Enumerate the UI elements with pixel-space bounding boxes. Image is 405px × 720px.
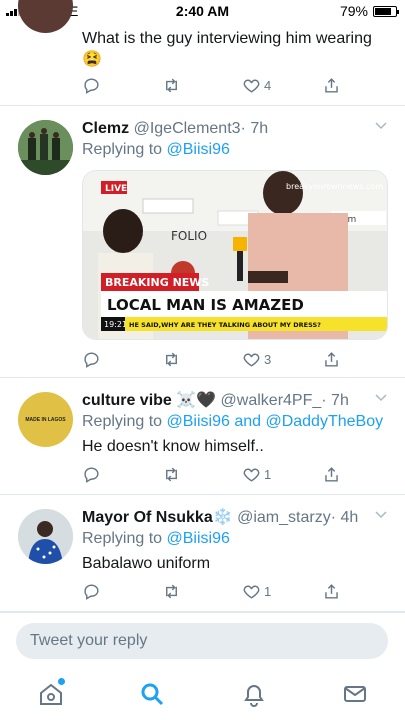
notifications-icon [244,685,264,707]
share-icon [325,467,338,482]
share-button[interactable] [322,350,341,369]
like-button[interactable]: 1 [242,465,271,484]
reply-button[interactable] [82,465,101,484]
messages-icon [344,686,366,702]
share-icon [325,78,338,93]
retweet-icon [166,352,177,367]
replying-to: Replying to @Biisi96 and @DaddyTheBoy [82,413,384,430]
headline: LOCAL MAN IS AMAZED [107,296,304,314]
avatar[interactable] [18,0,73,33]
like-count: 3 [264,352,272,367]
retweet-button[interactable] [162,582,181,601]
tab-search[interactable] [138,680,166,708]
retweet-icon [166,78,177,93]
tweet-text: He doesn't know himself.. [82,438,264,455]
bottom-tab-bar [0,670,405,720]
display-name[interactable]: Mayor Of Nsukka❄️ [82,509,233,526]
tweet-text: Babalawo uniform [82,555,211,572]
new-content-dot [58,678,65,685]
share-icon [325,352,338,367]
tweet-media-image[interactable]: Film FOLIO LIVE breakyourownnews.com BRE… [82,170,388,340]
tweet-item[interactable]: Mayor Of Nsukka❄️ @iam_starzy· 4h Replyi… [0,495,405,612]
tweet-item[interactable]: Clemz @IgeClement3· 7h Replying to @Biis… [0,106,405,378]
retweet-icon [166,584,177,599]
chevron-down-icon[interactable] [375,511,387,519]
like-count: 1 [264,584,272,599]
display-name[interactable]: culture vibe ☠️🖤 [82,392,216,409]
reply-icon [84,352,99,368]
reply-button[interactable] [82,350,101,369]
reply-icon [84,78,99,94]
like-button[interactable]: 4 [242,76,271,95]
heart-icon [243,468,260,482]
mention-link[interactable]: @Biisi96 and @DaddyTheBoy [167,413,384,430]
heart-icon [243,585,260,599]
tweet-item[interactable]: MADE IN LAGOS culture vibe ☠️🖤 @walker4P… [0,378,405,495]
retweet-icon [166,467,177,482]
tweet-time: · 7h [321,392,349,409]
retweet-button[interactable] [162,76,181,95]
reply-icon [84,467,99,483]
reply-button[interactable] [82,76,101,95]
ticker-clock: 19:21 [104,320,127,329]
reply-icon [84,584,99,600]
like-button[interactable]: 3 [242,350,271,369]
replying-to: Replying to @Biisi96 [82,141,230,158]
retweet-button[interactable] [162,465,181,484]
avatar-logo-text: MADE IN LAGOS [25,416,66,423]
mention-link[interactable]: @Biisi96 [167,141,230,158]
tweet-reply-input[interactable]: Tweet your reply [16,623,388,659]
share-button[interactable] [322,76,341,95]
heart-icon [243,79,260,93]
replying-to: Replying to @Biisi96 [82,530,230,547]
tab-messages[interactable] [341,680,369,708]
share-icon [325,584,338,599]
share-button[interactable] [322,582,341,601]
tweet-time: · 4h [330,509,359,526]
like-count: 4 [264,78,272,93]
reply-button[interactable] [82,582,101,601]
watermark-text: breakyourownnews.com [286,182,383,191]
user-handle[interactable]: @iam_starzy [237,509,331,526]
display-name[interactable]: Clemz [82,120,129,137]
tab-notifications[interactable] [240,680,268,708]
reply-composer: Tweet your reply [0,612,405,670]
user-handle[interactable]: @walker4PF_ [221,392,322,409]
avatar[interactable]: MADE IN LAGOS [18,392,73,447]
chevron-down-icon[interactable] [375,122,387,130]
search-icon [141,683,164,706]
live-badge: LIVE [105,184,127,194]
share-button[interactable] [322,465,341,484]
chevron-down-icon[interactable] [375,394,387,402]
retweet-button[interactable] [162,350,181,369]
avatar[interactable] [18,120,73,175]
mention-link[interactable]: @Biisi96 [167,530,230,547]
backdrop-logo: FOLIO [171,229,207,243]
avatar[interactable] [18,509,73,564]
breaking-banner: BREAKING NEWS [105,276,209,289]
like-button[interactable]: 1 [242,582,271,601]
ticker-text: HE SAID,WHY ARE THEY TALKING ABOUT MY DR… [129,321,321,329]
tab-home[interactable] [37,678,65,708]
user-handle[interactable]: @IgeClement3 [134,120,241,137]
tweet-text: What is the guy interviewing him wearing… [82,30,372,68]
like-count: 1 [264,467,272,482]
heart-icon [243,353,260,367]
tweet-time: · 7h [240,120,269,137]
tweet-item[interactable]: What is the guy interviewing him wearing… [0,0,405,106]
